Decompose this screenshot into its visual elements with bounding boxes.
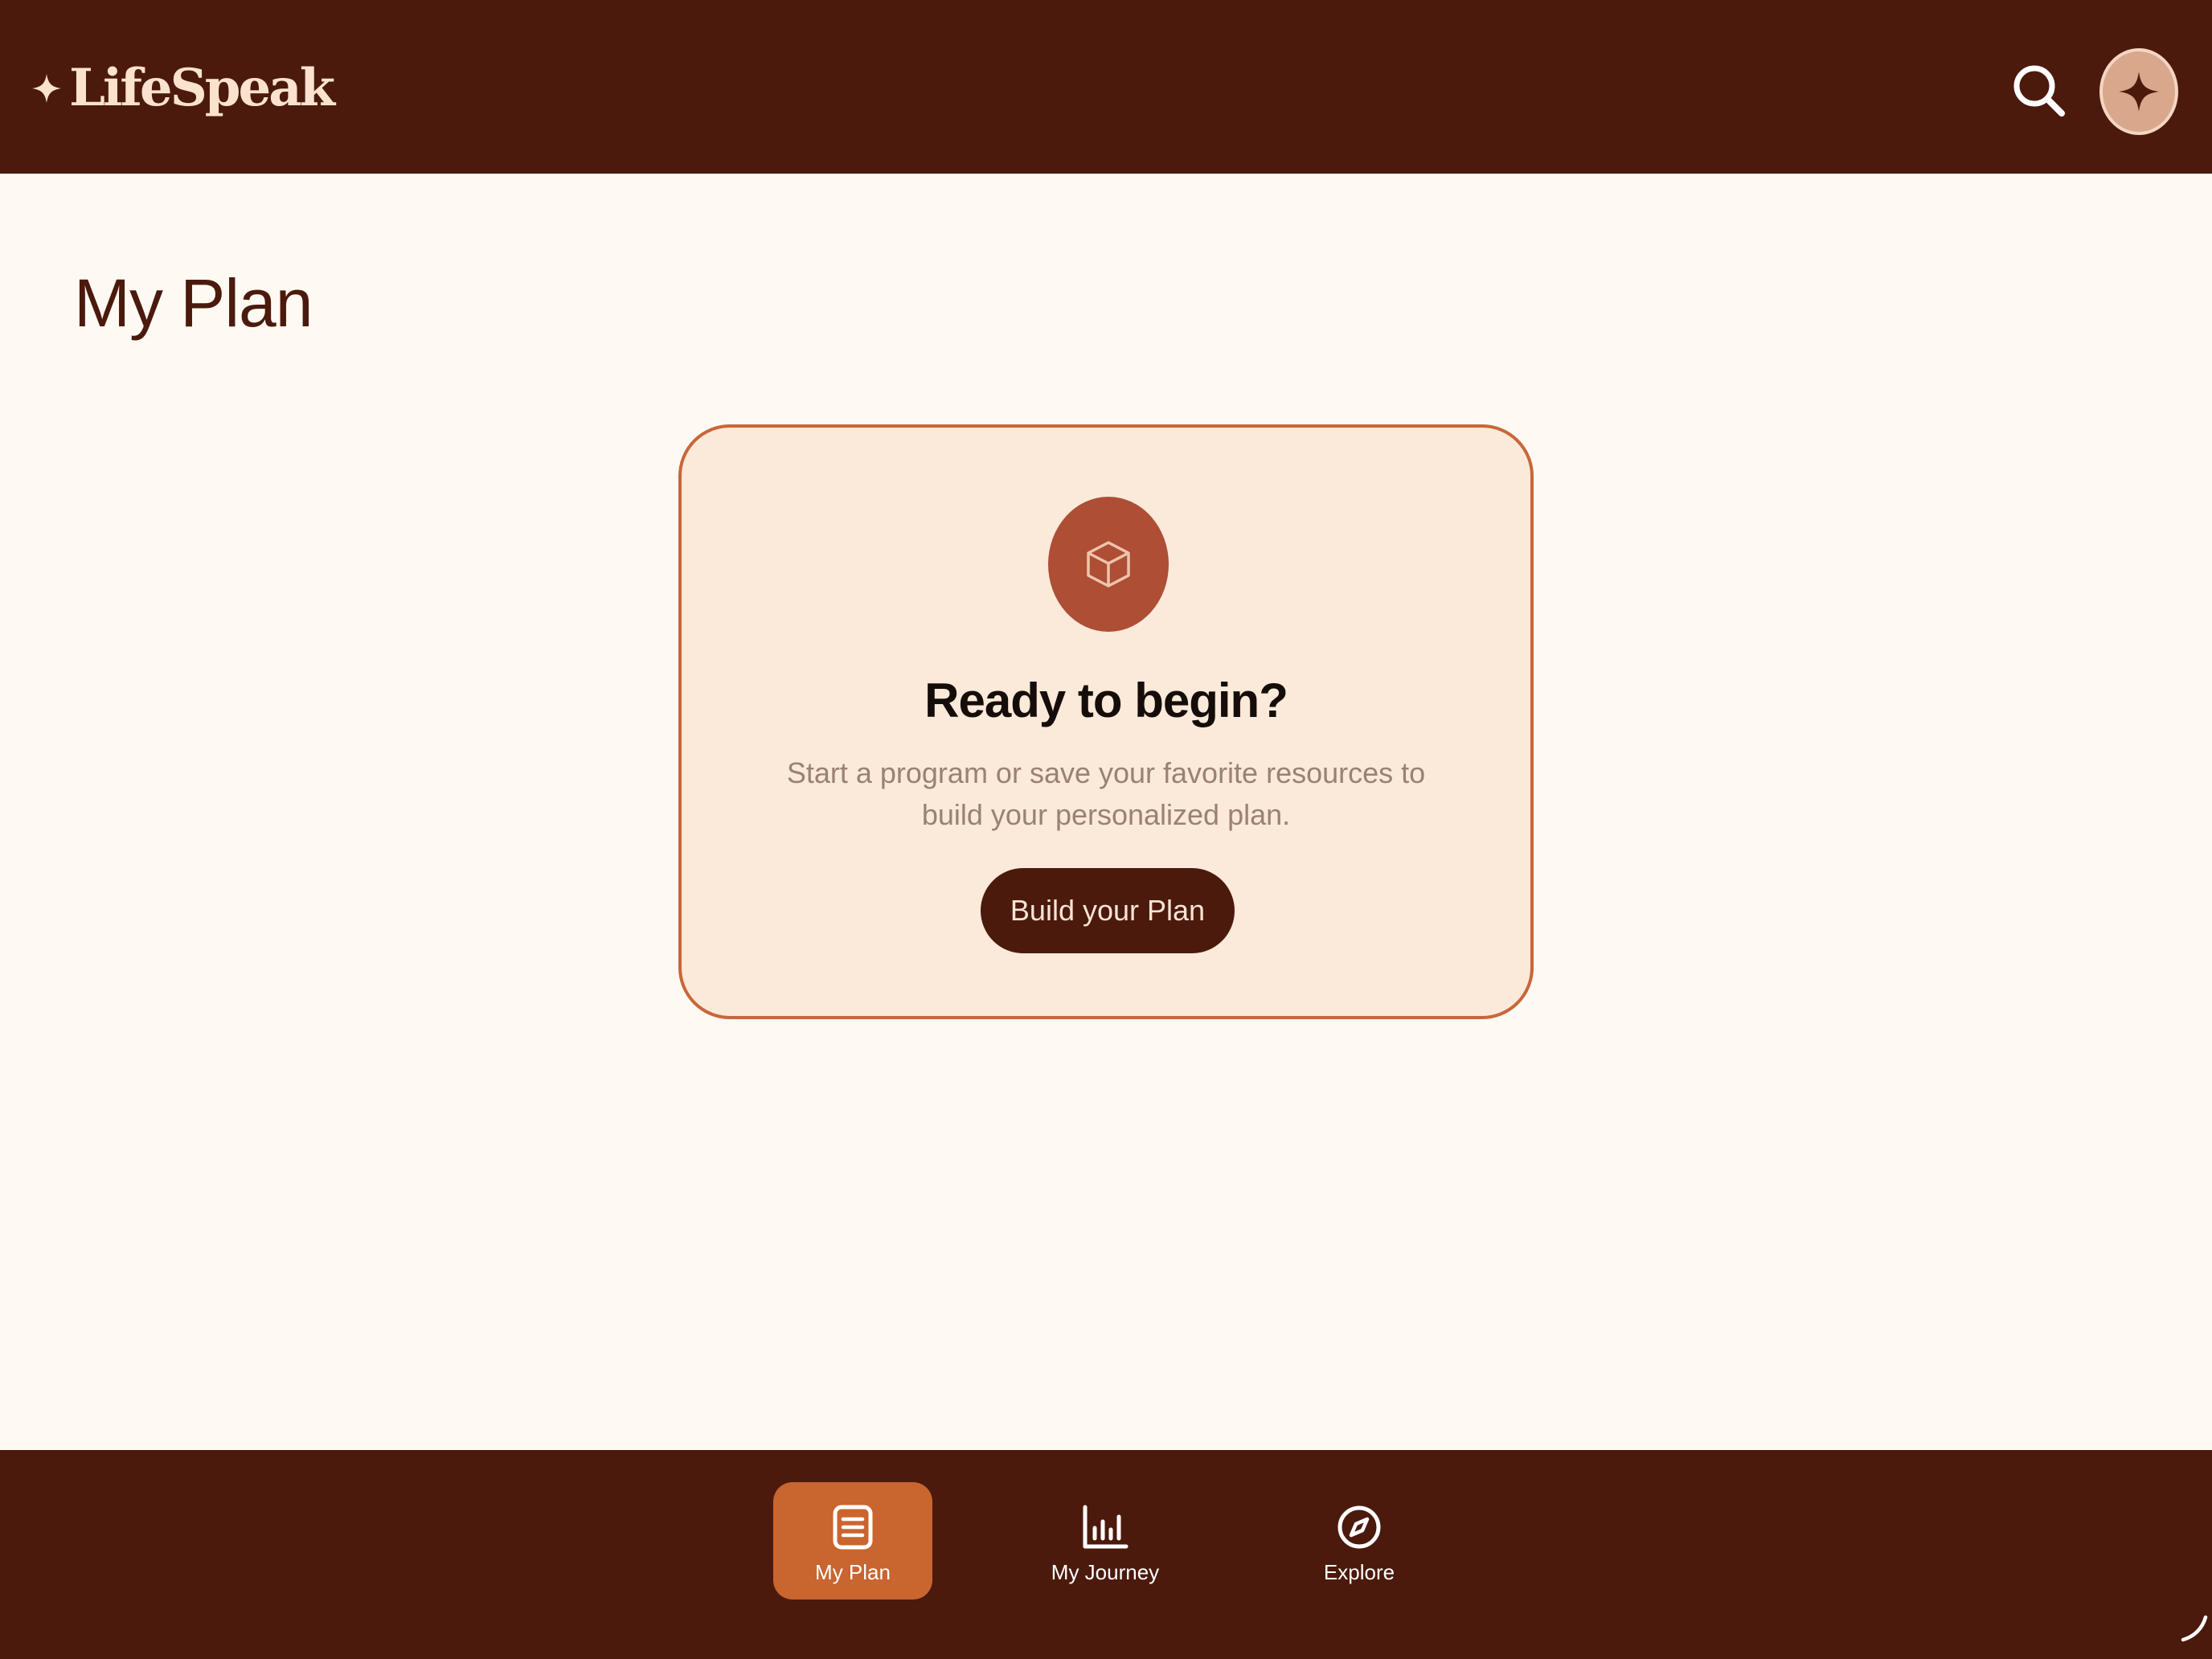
nav-label-my-plan: My Plan (815, 1560, 891, 1584)
page-title: My Plan (74, 265, 313, 341)
card-title: Ready to begin? (924, 674, 1288, 727)
build-plan-button[interactable]: Build your Plan (981, 868, 1235, 953)
search-icon (2013, 65, 2065, 117)
app-root: LifeSpeak My Plan Ready to begin? Start … (0, 0, 2212, 1659)
top-header: LifeSpeak (0, 0, 2212, 174)
card-description: Start a program or save your favorite re… (786, 756, 1426, 831)
brand-name: LifeSpeak (69, 58, 335, 118)
nav-icon-wrap (1026, 1501, 1185, 1553)
nav-icon-wrap (773, 1501, 932, 1553)
profile-avatar-button[interactable] (2099, 48, 2178, 135)
sparkle-icon (32, 74, 61, 103)
document-list-icon (833, 1505, 873, 1550)
bottom-navigation: My Plan My Journey Explore (0, 1450, 2212, 1659)
cube-icon (1087, 541, 1130, 588)
empty-plan-card: Ready to begin? Start a program or save … (678, 424, 1534, 1019)
sparkle-icon (2119, 72, 2159, 112)
resize-handle-icon[interactable] (2178, 1612, 2210, 1645)
nav-item-explore[interactable]: Explore (1280, 1482, 1439, 1600)
nav-label-explore: Explore (1323, 1560, 1395, 1584)
bar-chart-icon (1083, 1505, 1129, 1549)
nav-item-my-journey[interactable]: My Journey (1026, 1482, 1185, 1600)
nav-icon-wrap (1280, 1501, 1439, 1553)
card-icon-circle (1048, 497, 1169, 632)
nav-item-my-plan[interactable]: My Plan (773, 1482, 932, 1600)
brand-logo[interactable]: LifeSpeak (31, 56, 335, 121)
search-button[interactable] (2006, 58, 2071, 122)
nav-label-my-journey: My Journey (1051, 1560, 1160, 1584)
compass-icon (1337, 1505, 1381, 1549)
